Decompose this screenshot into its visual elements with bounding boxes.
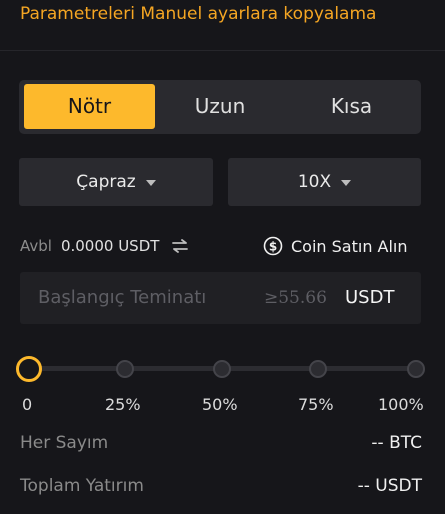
dollar-circle-icon: $ — [263, 236, 283, 256]
slider-label-0: 0 — [22, 395, 33, 414]
amount-placeholder: Başlangıç Teminatı — [38, 287, 207, 308]
slider-step-50[interactable] — [213, 360, 231, 378]
chevron-down-icon — [341, 180, 352, 186]
percentage-slider[interactable] — [15, 355, 430, 383]
available-label: Avbl — [20, 237, 52, 255]
total-investment-label: Toplam Yatırım — [20, 476, 144, 496]
leverage-value: 10X — [297, 172, 332, 192]
chevron-down-icon — [145, 180, 156, 186]
available-balance: Avbl 0.0000 USDT — [20, 233, 189, 259]
tab-long[interactable]: Uzun — [154, 84, 286, 129]
tab-neutral[interactable]: Nötr — [24, 84, 155, 129]
slider-step-75[interactable] — [309, 360, 327, 378]
buy-coin-link[interactable]: $ Coin Satın Alın — [263, 233, 408, 259]
per-order-value: -- BTC — [371, 433, 422, 453]
total-investment-value: -- USDT — [357, 476, 422, 496]
buy-coin-label: Coin Satın Alın — [291, 236, 408, 256]
direction-selector: Nötr Uzun Kısa — [19, 80, 421, 134]
slider-step-100[interactable] — [407, 360, 425, 378]
available-value: 0.0000 USDT — [60, 237, 160, 255]
slider-label-75: 75% — [298, 395, 334, 414]
tab-short[interactable]: Kısa — [286, 84, 417, 129]
slider-label-25: 25% — [105, 395, 141, 414]
slider-step-25[interactable] — [116, 360, 134, 378]
copy-settings-panel: Parametreleri Manuel ayarlara kopyalama … — [0, 0, 445, 514]
leverage-select[interactable]: 10X — [228, 158, 421, 206]
per-order-label: Her Sayım — [20, 433, 109, 453]
amount-unit: USDT — [345, 287, 395, 308]
header: Parametreleri Manuel ayarlara kopyalama — [0, 0, 445, 51]
slider-thumb[interactable] — [16, 356, 42, 382]
slider-label-100: 100% — [378, 395, 424, 414]
margin-mode-value: Çapraz — [76, 172, 136, 192]
amount-minimum: ≥55.66 — [264, 288, 327, 308]
svg-text:$: $ — [269, 240, 277, 254]
margin-mode-select[interactable]: Çapraz — [19, 158, 213, 206]
slider-label-50: 50% — [202, 395, 238, 414]
initial-margin-input[interactable]: Başlangıç Teminatı ≥55.66 USDT — [20, 272, 421, 324]
swap-icon[interactable] — [171, 239, 189, 253]
page-title: Parametreleri Manuel ayarlara kopyalama — [20, 4, 377, 24]
